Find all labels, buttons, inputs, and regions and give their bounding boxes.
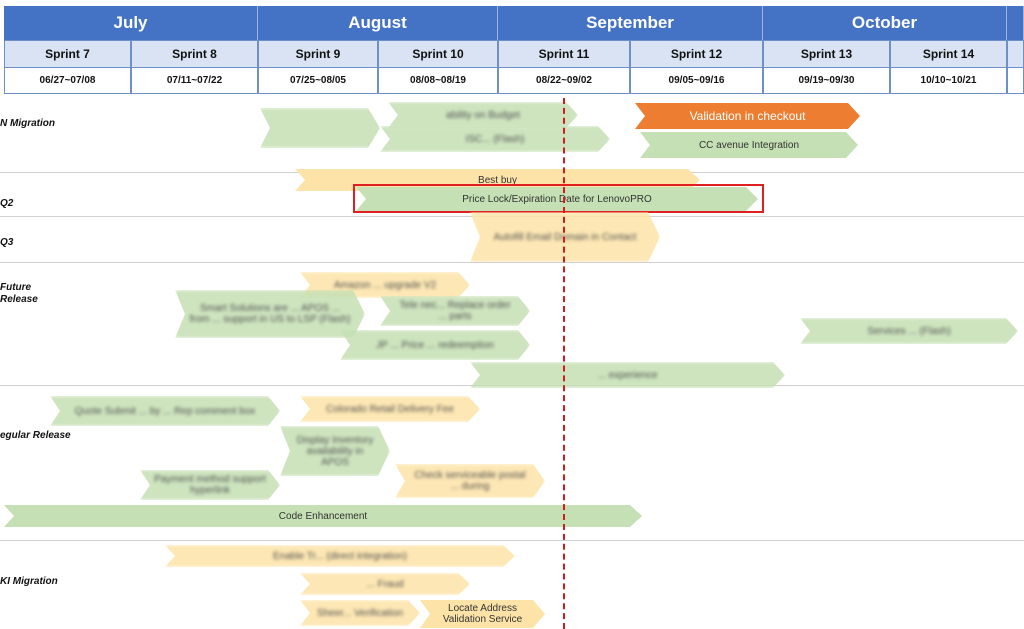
roadmap-bar[interactable]	[260, 108, 380, 148]
highlight-box	[353, 184, 764, 213]
roadmap-bar[interactable]: Code Enhancement	[4, 505, 642, 527]
lane-divider	[0, 262, 1024, 263]
lane-label-future-release: Future Release	[0, 282, 38, 305]
roadmap-bar[interactable]: Display Inventory availability in APOS	[280, 426, 390, 476]
sprint-13: Sprint 13	[763, 40, 890, 68]
roadmap-bar[interactable]: Smart Solutions are ... APOS ... from ..…	[175, 290, 365, 338]
roadmap-bar[interactable]: JP ... Price ... redeemption	[340, 330, 530, 360]
sprint-13-dates: 09/19~09/30	[763, 68, 890, 94]
roadmap-bar[interactable]: CC avenue Integration	[640, 132, 858, 158]
today-marker-line	[563, 98, 565, 629]
sprint-7-dates: 06/27~07/08	[4, 68, 131, 94]
lane-label-ki-migration: KI Migration	[0, 576, 58, 587]
roadmap-bar[interactable]: Payment method support hyperlink	[140, 470, 280, 500]
sprint-11-dates: 08/22~09/02	[498, 68, 630, 94]
month-september: September	[498, 6, 763, 40]
month-july: July	[4, 6, 258, 40]
month-august: August	[258, 6, 498, 40]
sprint-12: Sprint 12	[630, 40, 763, 68]
sprint-9: Sprint 9	[258, 40, 378, 68]
sprint-next-dates	[1007, 68, 1024, 94]
roadmap-bar[interactable]: Check serviceable postal ... during	[395, 464, 545, 498]
sprint-14: Sprint 14	[890, 40, 1007, 68]
roadmap-bar[interactable]: Validation in checkout	[635, 103, 860, 129]
month-next	[1007, 6, 1024, 40]
roadmap-bar[interactable]: Autofill Email Domain in Contact	[470, 212, 660, 262]
roadmap-bar[interactable]: Enable Tr... (direct integration)	[165, 545, 515, 567]
lane-label-n-migration: N Migration	[0, 118, 55, 129]
sprint-9-dates: 07/25~08/05	[258, 68, 378, 94]
lane-divider	[0, 540, 1024, 541]
lane-label-q3: Q3	[0, 237, 14, 248]
lane-label-q2: Q2	[0, 198, 14, 209]
roadmap-bar[interactable]: ISC... (Flash)	[380, 126, 610, 152]
sprint-14-dates: 10/10~10/21	[890, 68, 1007, 94]
sprint-8: Sprint 8	[131, 40, 258, 68]
sprint-8-dates: 07/11~07/22	[131, 68, 258, 94]
sprint-10-dates: 08/08~08/19	[378, 68, 498, 94]
sprint-next	[1007, 40, 1024, 68]
roadmap-bar[interactable]: Colorado Retail Delivery Fee	[300, 396, 480, 422]
roadmap-bar[interactable]: Locate Address Validation Service	[420, 600, 545, 628]
roadmap-bar[interactable]: ability on Budget	[388, 102, 578, 128]
roadmap-bar[interactable]: Tele nec... Replace order ... parts	[380, 296, 530, 326]
roadmap-bar[interactable]: Sheer... Verification	[300, 600, 420, 626]
lane-label-regular-release: egular Release	[0, 430, 71, 441]
sprint-10: Sprint 10	[378, 40, 498, 68]
roadmap-bar[interactable]: ... Fraud	[300, 573, 470, 595]
sprint-11: Sprint 11	[498, 40, 630, 68]
sprint-12-dates: 09/05~09/16	[630, 68, 763, 94]
month-october: October	[763, 6, 1007, 40]
roadmap-bar[interactable]: Services ... (Flash)	[800, 318, 1018, 344]
roadmap-bar[interactable]: ... experience	[470, 362, 785, 388]
sprint-7: Sprint 7	[4, 40, 131, 68]
roadmap-bar[interactable]: Quote Submit ... by ... Rep comment box	[50, 396, 280, 426]
